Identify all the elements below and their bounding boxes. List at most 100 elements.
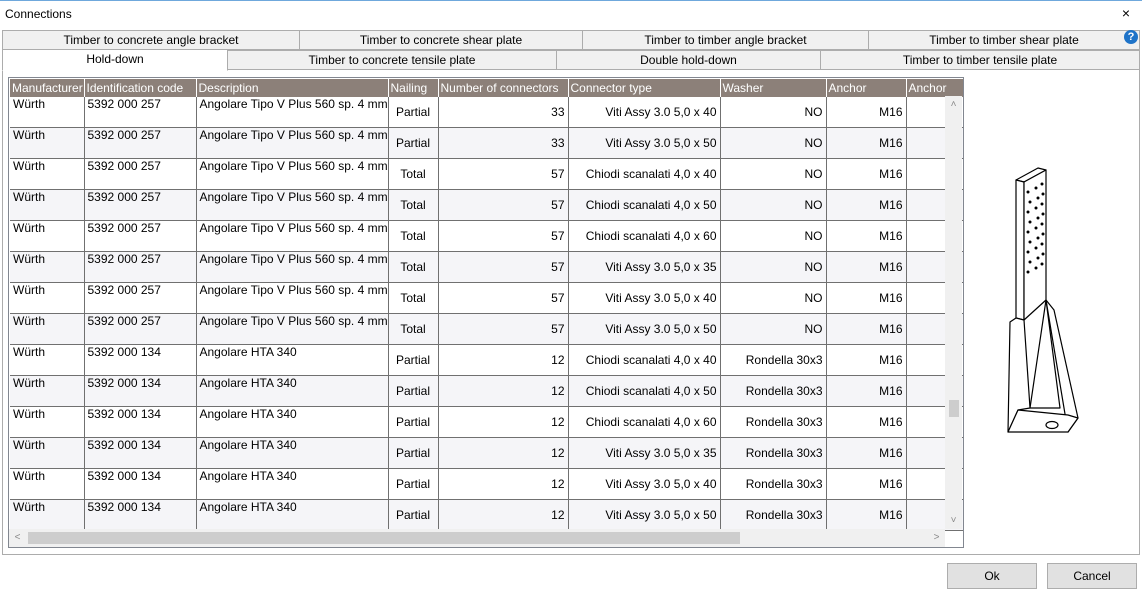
- tab-double-hold-down[interactable]: Double hold-down: [556, 50, 821, 70]
- table-row[interactable]: Würth 5392 000 257 Angolare Tipo V Plus 56…: [10, 189, 963, 221]
- hold-down-bracket-icon: [1007, 167, 1079, 433]
- help-icon[interactable]: ?: [1124, 30, 1138, 44]
- cell-number-of-connectors: 33: [438, 127, 569, 159]
- cell-identification-code: 5392 000 257: [84, 282, 197, 314]
- cell-connector-type: Chiodi scanalati 4,0 x 50: [568, 375, 721, 407]
- cell-connector-type: Viti Assy 3.0 5,0 x 35: [568, 437, 721, 469]
- tab-hold-down[interactable]: Hold-down: [2, 49, 228, 71]
- cell-description: Angolare HTA 340: [196, 468, 389, 500]
- cell-manufacturer: Würth: [10, 313, 85, 345]
- cell-manufacturer: Würth: [10, 189, 85, 221]
- tab-timber-to-timber-angle-bracket[interactable]: Timber to timber angle bracket: [582, 30, 869, 50]
- cell-connector-type: Chiodi scanalati 4,0 x 40: [568, 344, 721, 376]
- cell-manufacturer: Würth: [10, 127, 85, 159]
- column-header-anchor-2[interactable]: Anchor: [906, 79, 963, 97]
- connections-grid[interactable]: Manufacturer Identification code Descrip…: [8, 77, 964, 548]
- cell-number-of-connectors: 12: [438, 468, 569, 500]
- window-title: Connections: [5, 7, 72, 21]
- cell-manufacturer: Würth: [10, 251, 85, 283]
- cell-number-of-connectors: 57: [438, 282, 569, 314]
- cell-description: Angolare Tipo V Plus 560 sp. 4 mm: [196, 127, 389, 159]
- column-header-nailing[interactable]: Nailing: [388, 79, 439, 97]
- cell-anchor: M16: [826, 406, 907, 438]
- cell-connector-type: Viti Assy 3.0 5,0 x 35: [568, 251, 721, 283]
- cell-manufacturer: Würth: [10, 375, 85, 407]
- cell-number-of-connectors: 12: [438, 375, 569, 407]
- cell-washer: NO: [720, 158, 827, 190]
- cell-manufacturer: Würth: [10, 344, 85, 376]
- cell-manufacturer: Würth: [10, 406, 85, 438]
- tab-timber-to-timber-tensile-plate[interactable]: Timber to timber tensile plate: [820, 50, 1140, 70]
- title-bar: Connections ×: [0, 0, 1142, 28]
- cell-description: Angolare Tipo V Plus 560 sp. 4 mm: [196, 282, 389, 314]
- cell-description: Angolare Tipo V Plus 560 sp. 4 mm: [196, 97, 389, 128]
- horizontal-scrollbar[interactable]: < >: [9, 529, 945, 547]
- tab-timber-to-concrete-tensile-plate[interactable]: Timber to concrete tensile plate: [227, 50, 557, 70]
- column-header-manufacturer[interactable]: Manufacturer: [10, 79, 85, 97]
- vertical-scroll-thumb[interactable]: [949, 400, 959, 417]
- column-header-washer[interactable]: Washer: [720, 79, 827, 97]
- cell-description: Angolare Tipo V Plus 560 sp. 4 mm: [196, 220, 389, 252]
- scroll-down-arrow-icon[interactable]: ˅: [945, 512, 962, 529]
- cell-identification-code: 5392 000 257: [84, 97, 197, 128]
- tab-timber-to-concrete-shear-plate[interactable]: Timber to concrete shear plate: [299, 30, 583, 50]
- cell-nailing: Partial: [388, 499, 439, 531]
- cell-washer: Rondella 30x3: [720, 437, 827, 469]
- table-row[interactable]: Würth 5392 000 134 Angolare HTA 340 Partial…: [10, 406, 963, 438]
- cell-connector-type: Viti Assy 3.0 5,0 x 50: [568, 499, 721, 531]
- cell-anchor: M16: [826, 468, 907, 500]
- cell-description: Angolare Tipo V Plus 560 sp. 4 mm: [196, 251, 389, 283]
- table-row[interactable]: Würth 5392 000 257 Angolare Tipo V Plus 56…: [10, 127, 963, 159]
- cell-anchor: M16: [826, 282, 907, 314]
- column-header-anchor[interactable]: Anchor: [826, 79, 907, 97]
- column-header-identification-code[interactable]: Identification code: [84, 79, 197, 97]
- table-body: Würth 5392 000 257 Angolare Tipo V Plus 56…: [10, 97, 963, 531]
- table-row[interactable]: Würth 5392 000 257 Angolare Tipo V Plus 56…: [10, 220, 963, 252]
- table-row[interactable]: Würth 5392 000 134 Angolare HTA 340 Partial…: [10, 344, 963, 376]
- table-row[interactable]: Würth 5392 000 257 Angolare Tipo V Plus 56…: [10, 97, 963, 128]
- table-row[interactable]: Würth 5392 000 257 Angolare Tipo V Plus 56…: [10, 313, 963, 345]
- scroll-left-arrow-icon[interactable]: <: [9, 529, 26, 547]
- table-row[interactable]: Würth 5392 000 134 Angolare HTA 340 Partial…: [10, 468, 963, 500]
- ok-button[interactable]: Ok: [947, 563, 1037, 589]
- cell-connector-type: Chiodi scanalati 4,0 x 60: [568, 406, 721, 438]
- cell-description: Angolare HTA 340: [196, 375, 389, 407]
- horizontal-scroll-thumb[interactable]: [28, 532, 740, 544]
- cell-washer: NO: [720, 220, 827, 252]
- cell-washer: Rondella 30x3: [720, 344, 827, 376]
- close-button[interactable]: ×: [1118, 6, 1134, 22]
- cell-number-of-connectors: 57: [438, 158, 569, 190]
- cell-nailing: Partial: [388, 344, 439, 376]
- table-row[interactable]: Würth 5392 000 257 Angolare Tipo V Plus 56…: [10, 158, 963, 190]
- column-header-number-of-connectors[interactable]: Number of connectors: [438, 79, 569, 97]
- scroll-right-arrow-icon[interactable]: >: [928, 529, 945, 547]
- column-header-description[interactable]: Description: [196, 79, 389, 97]
- cell-description: Angolare HTA 340: [196, 437, 389, 469]
- tab-timber-to-timber-shear-plate[interactable]: Timber to timber shear plate: [868, 30, 1140, 50]
- cell-connector-type: Viti Assy 3.0 5,0 x 40: [568, 97, 721, 128]
- tab-timber-to-concrete-angle-bracket[interactable]: Timber to concrete angle bracket: [2, 30, 300, 50]
- cell-nailing: Total: [388, 220, 439, 252]
- table-row[interactable]: Würth 5392 000 257 Angolare Tipo V Plus 56…: [10, 251, 963, 283]
- cell-nailing: Partial: [388, 97, 439, 128]
- scroll-up-arrow-icon[interactable]: ˄: [945, 96, 962, 113]
- cell-identification-code: 5392 000 257: [84, 158, 197, 190]
- cell-anchor: M16: [826, 189, 907, 221]
- cell-identification-code: 5392 000 134: [84, 499, 197, 531]
- connections-table: Manufacturer Identification code Descrip…: [10, 79, 963, 531]
- cell-number-of-connectors: 12: [438, 344, 569, 376]
- column-header-connector-type[interactable]: Connector type: [568, 79, 721, 97]
- table-row[interactable]: Würth 5392 000 134 Angolare HTA 340 Partial…: [10, 499, 963, 531]
- cell-description: Angolare HTA 340: [196, 344, 389, 376]
- cell-anchor: M16: [826, 499, 907, 531]
- vertical-scrollbar[interactable]: ˄ ˅: [945, 96, 962, 529]
- table-row[interactable]: Würth 5392 000 257 Angolare Tipo V Plus 56…: [10, 282, 963, 314]
- cell-anchor: M16: [826, 220, 907, 252]
- cell-anchor: M16: [826, 158, 907, 190]
- cancel-button[interactable]: Cancel: [1047, 563, 1137, 589]
- cell-nailing: Total: [388, 158, 439, 190]
- table-row[interactable]: Würth 5392 000 134 Angolare HTA 340 Partial…: [10, 437, 963, 469]
- cell-nailing: Partial: [388, 375, 439, 407]
- cell-washer: NO: [720, 313, 827, 345]
- table-row[interactable]: Würth 5392 000 134 Angolare HTA 340 Partial…: [10, 375, 963, 407]
